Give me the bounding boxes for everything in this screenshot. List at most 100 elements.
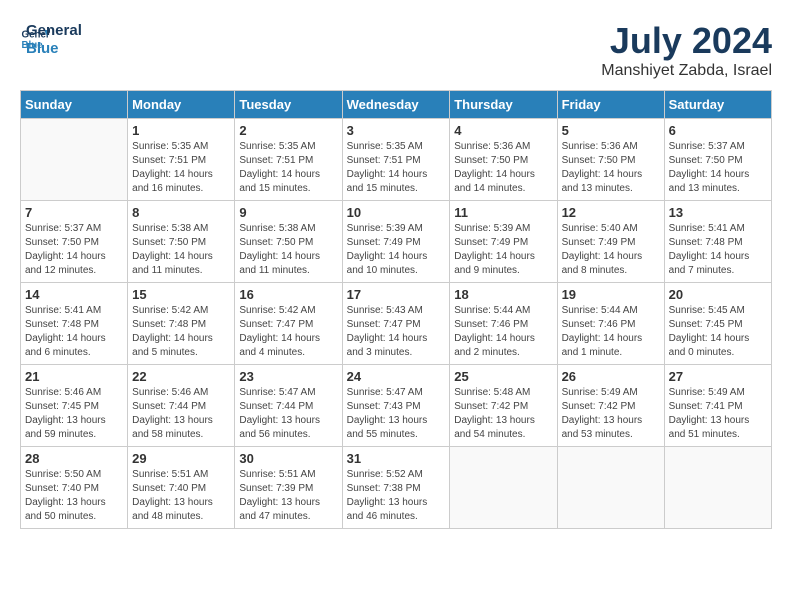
calendar-day-cell: 12Sunrise: 5:40 AM Sunset: 7:49 PM Dayli… xyxy=(557,201,664,283)
day-number: 28 xyxy=(25,451,123,466)
calendar-day-cell: 26 Sunrise: 5:49 AM Sunset: 7:42 PM Dayli… xyxy=(557,365,664,447)
calendar-day-cell: 1Sunrise: 5:35 AM Sunset: 7:51 PM Daylig… xyxy=(128,119,235,201)
calendar-day-cell: 27 Sunrise: 5:49 AM Sunset: 7:41 PM Dayli… xyxy=(664,365,771,447)
day-info: Sunrise: 5:44 AM Sunset: 7:46 PM Dayligh… xyxy=(454,304,552,360)
calendar-header-wednesday: Wednesday xyxy=(342,91,450,119)
calendar-day-cell: 7 Sunrise: 5:37 AM Sunset: 7:50 PM Daylig… xyxy=(21,201,128,283)
calendar-day-cell: 20 Sunrise: 5:45 AM Sunset: 7:45 PM Dayli… xyxy=(664,283,771,365)
calendar-day-cell: 22 Sunrise: 5:46 AM Sunset: 7:44 PM Dayli… xyxy=(128,365,235,447)
calendar-day-cell: 10 Sunrise: 5:39 AM Sunset: 7:49 PM Dayli… xyxy=(342,201,450,283)
day-info: Sunrise: 5:49 AM Sunset: 7:42 PM Dayligh… xyxy=(562,386,660,442)
day-info: Sunrise: 5:36 AM Sunset: 7:50 PM Dayligh… xyxy=(562,140,660,196)
calendar-day-cell: 3 Sunrise: 5:35 AM Sunset: 7:51 PM Daylig… xyxy=(342,119,450,201)
day-info: Sunrise: 5:42 AM Sunset: 7:48 PM Dayligh… xyxy=(132,304,230,360)
calendar-day-cell: 9 Sunrise: 5:38 AM Sunset: 7:50 PM Daylig… xyxy=(235,201,342,283)
calendar-week-row: 14Sunrise: 5:41 AM Sunset: 7:48 PM Dayli… xyxy=(21,283,772,365)
day-info: Sunrise: 5:47 AM Sunset: 7:44 PM Dayligh… xyxy=(239,386,337,442)
calendar-day-cell: 17 Sunrise: 5:43 AM Sunset: 7:47 PM Dayli… xyxy=(342,283,450,365)
calendar-day-cell: 18 Sunrise: 5:44 AM Sunset: 7:46 PM Dayli… xyxy=(450,283,557,365)
logo-blue: Blue xyxy=(26,40,82,58)
logo: General Blue General Blue xyxy=(20,20,82,58)
day-number: 13 xyxy=(669,205,767,220)
day-number: 5 xyxy=(562,123,660,138)
calendar-day-cell: 15 Sunrise: 5:42 AM Sunset: 7:48 PM Dayli… xyxy=(128,283,235,365)
calendar-day-cell: 23 Sunrise: 5:47 AM Sunset: 7:44 PM Dayli… xyxy=(235,365,342,447)
calendar-day-cell: 16 Sunrise: 5:42 AM Sunset: 7:47 PM Dayli… xyxy=(235,283,342,365)
day-info: Sunrise: 5:37 AM Sunset: 7:50 PM Dayligh… xyxy=(25,222,123,278)
calendar-day-cell xyxy=(557,447,664,529)
calendar-week-row: 7 Sunrise: 5:37 AM Sunset: 7:50 PM Daylig… xyxy=(21,201,772,283)
calendar-day-cell: 4Sunrise: 5:36 AM Sunset: 7:50 PM Daylig… xyxy=(450,119,557,201)
day-number: 24 xyxy=(347,369,446,384)
day-info: Sunrise: 5:41 AM Sunset: 7:48 PM Dayligh… xyxy=(669,222,767,278)
calendar-day-cell xyxy=(450,447,557,529)
day-number: 20 xyxy=(669,287,767,302)
calendar-day-cell: 31 Sunrise: 5:52 AM Sunset: 7:38 PM Dayli… xyxy=(342,447,450,529)
day-number: 11 xyxy=(454,205,552,220)
calendar-header-sunday: Sunday xyxy=(21,91,128,119)
day-info: Sunrise: 5:45 AM Sunset: 7:45 PM Dayligh… xyxy=(669,304,767,360)
day-info: Sunrise: 5:42 AM Sunset: 7:47 PM Dayligh… xyxy=(239,304,337,360)
day-info: Sunrise: 5:52 AM Sunset: 7:38 PM Dayligh… xyxy=(347,468,446,524)
calendar-day-cell: 2 Sunrise: 5:35 AM Sunset: 7:51 PM Daylig… xyxy=(235,119,342,201)
day-number: 17 xyxy=(347,287,446,302)
day-info: Sunrise: 5:35 AM Sunset: 7:51 PM Dayligh… xyxy=(132,140,230,196)
calendar-day-cell: 8Sunrise: 5:38 AM Sunset: 7:50 PM Daylig… xyxy=(128,201,235,283)
calendar-day-cell: 30Sunrise: 5:51 AM Sunset: 7:39 PM Dayli… xyxy=(235,447,342,529)
day-info: Sunrise: 5:39 AM Sunset: 7:49 PM Dayligh… xyxy=(347,222,446,278)
day-number: 27 xyxy=(669,369,767,384)
day-info: Sunrise: 5:39 AM Sunset: 7:49 PM Dayligh… xyxy=(454,222,552,278)
day-info: Sunrise: 5:37 AM Sunset: 7:50 PM Dayligh… xyxy=(669,140,767,196)
day-number: 12 xyxy=(562,205,660,220)
calendar-week-row: 28 Sunrise: 5:50 AM Sunset: 7:40 PM Dayli… xyxy=(21,447,772,529)
day-number: 9 xyxy=(239,205,337,220)
day-info: Sunrise: 5:35 AM Sunset: 7:51 PM Dayligh… xyxy=(347,140,446,196)
calendar-day-cell: 19 Sunrise: 5:44 AM Sunset: 7:46 PM Dayli… xyxy=(557,283,664,365)
day-info: Sunrise: 5:49 AM Sunset: 7:41 PM Dayligh… xyxy=(669,386,767,442)
day-info: Sunrise: 5:50 AM Sunset: 7:40 PM Dayligh… xyxy=(25,468,123,524)
day-number: 25 xyxy=(454,369,552,384)
day-number: 10 xyxy=(347,205,446,220)
day-number: 26 xyxy=(562,369,660,384)
calendar-header-monday: Monday xyxy=(128,91,235,119)
day-number: 31 xyxy=(347,451,446,466)
day-info: Sunrise: 5:43 AM Sunset: 7:47 PM Dayligh… xyxy=(347,304,446,360)
day-number: 21 xyxy=(25,369,123,384)
day-number: 3 xyxy=(347,123,446,138)
calendar-week-row: 1Sunrise: 5:35 AM Sunset: 7:51 PM Daylig… xyxy=(21,119,772,201)
day-info: Sunrise: 5:51 AM Sunset: 7:40 PM Dayligh… xyxy=(132,468,230,524)
day-number: 2 xyxy=(239,123,337,138)
day-info: Sunrise: 5:38 AM Sunset: 7:50 PM Dayligh… xyxy=(239,222,337,278)
day-number: 14 xyxy=(25,287,123,302)
month-title: July 2024 xyxy=(601,20,772,62)
page-header: General Blue General Blue July 2024 Mans… xyxy=(20,20,772,80)
calendar-day-cell: 13 Sunrise: 5:41 AM Sunset: 7:48 PM Dayli… xyxy=(664,201,771,283)
calendar-day-cell: 6Sunrise: 5:37 AM Sunset: 7:50 PM Daylig… xyxy=(664,119,771,201)
calendar-day-cell: 14Sunrise: 5:41 AM Sunset: 7:48 PM Dayli… xyxy=(21,283,128,365)
calendar-header-saturday: Saturday xyxy=(664,91,771,119)
calendar-day-cell: 28 Sunrise: 5:50 AM Sunset: 7:40 PM Dayli… xyxy=(21,447,128,529)
day-info: Sunrise: 5:44 AM Sunset: 7:46 PM Dayligh… xyxy=(562,304,660,360)
day-info: Sunrise: 5:47 AM Sunset: 7:43 PM Dayligh… xyxy=(347,386,446,442)
calendar-header-row: SundayMondayTuesdayWednesdayThursdayFrid… xyxy=(21,91,772,119)
calendar-day-cell: 5 Sunrise: 5:36 AM Sunset: 7:50 PM Daylig… xyxy=(557,119,664,201)
day-number: 7 xyxy=(25,205,123,220)
calendar-header-tuesday: Tuesday xyxy=(235,91,342,119)
logo-general: General xyxy=(26,22,82,40)
day-info: Sunrise: 5:46 AM Sunset: 7:44 PM Dayligh… xyxy=(132,386,230,442)
day-number: 22 xyxy=(132,369,230,384)
calendar-day-cell: 25Sunrise: 5:48 AM Sunset: 7:42 PM Dayli… xyxy=(450,365,557,447)
day-number: 19 xyxy=(562,287,660,302)
day-number: 18 xyxy=(454,287,552,302)
day-number: 15 xyxy=(132,287,230,302)
day-number: 8 xyxy=(132,205,230,220)
calendar-table: SundayMondayTuesdayWednesdayThursdayFrid… xyxy=(20,90,772,529)
day-number: 23 xyxy=(239,369,337,384)
day-info: Sunrise: 5:36 AM Sunset: 7:50 PM Dayligh… xyxy=(454,140,552,196)
calendar-day-cell xyxy=(21,119,128,201)
calendar-day-cell xyxy=(664,447,771,529)
day-info: Sunrise: 5:35 AM Sunset: 7:51 PM Dayligh… xyxy=(239,140,337,196)
day-info: Sunrise: 5:51 AM Sunset: 7:39 PM Dayligh… xyxy=(239,468,337,524)
day-number: 16 xyxy=(239,287,337,302)
calendar-day-cell: 11 Sunrise: 5:39 AM Sunset: 7:49 PM Dayli… xyxy=(450,201,557,283)
